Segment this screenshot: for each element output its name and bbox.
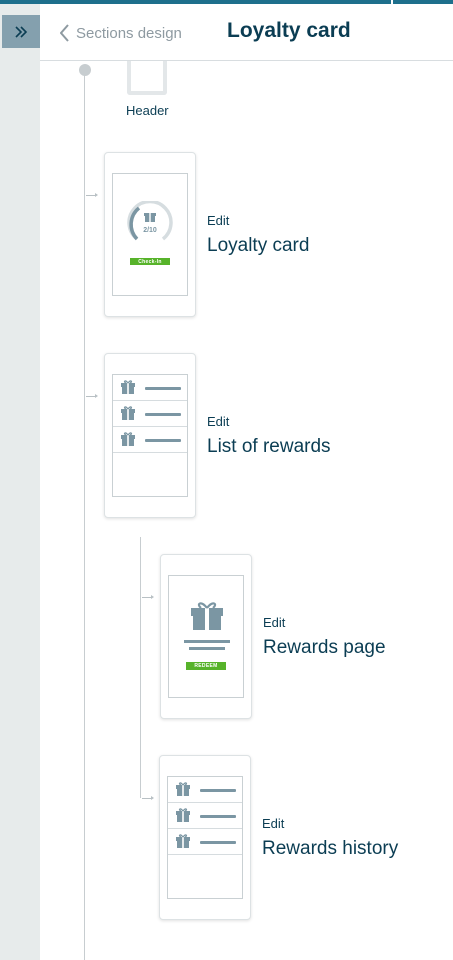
timeline-main-line	[84, 70, 85, 960]
gift-icon	[176, 782, 190, 796]
gift-icon	[191, 602, 223, 630]
header-section-label: Header	[126, 103, 169, 118]
redeem-pill: REDEEM	[186, 662, 226, 670]
edit-link[interactable]: Edit	[262, 816, 284, 831]
list-of-rewards-thumbnail[interactable]	[104, 353, 196, 518]
page-title: Loyalty card	[227, 19, 351, 42]
expand-sidebar-button[interactable]	[2, 15, 40, 48]
text-placeholder-bar	[200, 789, 236, 792]
text-placeholder-bar	[145, 413, 181, 416]
text-placeholder-bar	[145, 387, 181, 390]
gift-icon	[176, 834, 190, 848]
phone-preview	[167, 776, 243, 899]
check-in-pill: Check-In	[130, 258, 170, 265]
text-placeholder-bar	[200, 841, 236, 844]
section-name: Rewards page	[263, 637, 386, 658]
text-placeholder-bar	[145, 439, 181, 442]
back-link[interactable]: Sections design	[60, 22, 182, 44]
timeline-sub-line	[140, 537, 141, 798]
gift-icon	[121, 380, 135, 394]
list-row	[168, 777, 242, 803]
timeline-connector	[86, 193, 98, 197]
rewards-history-thumbnail[interactable]	[159, 755, 251, 920]
back-link-label: Sections design	[76, 24, 182, 42]
page-header: Sections design Loyalty card	[40, 4, 453, 61]
header-section-thumbnail[interactable]	[127, 61, 167, 95]
left-rail	[0, 4, 40, 960]
double-chevron-right-icon	[15, 25, 28, 38]
text-placeholder-bar	[184, 640, 230, 643]
gift-icon	[121, 432, 135, 446]
list-row	[168, 803, 242, 829]
progress-text: 2/10	[143, 227, 157, 234]
text-placeholder-bar	[189, 647, 225, 650]
phone-preview: REDEEM	[168, 575, 244, 698]
edit-link[interactable]: Edit	[207, 414, 229, 429]
section-name: Loyalty card	[207, 235, 310, 256]
edit-link[interactable]: Edit	[207, 213, 229, 228]
list-row	[113, 427, 187, 453]
timeline-start-dot	[79, 64, 91, 76]
text-placeholder-bar	[200, 815, 236, 818]
timeline-connector	[142, 796, 154, 800]
rewards-page-thumbnail[interactable]: REDEEM	[160, 554, 252, 719]
list-row	[113, 375, 187, 401]
timeline-connector	[86, 394, 98, 398]
chevron-left-icon	[60, 24, 69, 42]
section-name: Rewards history	[262, 838, 399, 859]
edit-link[interactable]: Edit	[263, 615, 285, 630]
progress-ring-icon	[127, 201, 173, 241]
gift-icon	[121, 406, 135, 420]
timeline-connector	[142, 595, 154, 599]
phone-preview	[112, 374, 188, 497]
phone-preview: 2/10 Check-In	[112, 173, 188, 296]
list-row	[113, 401, 187, 427]
list-row	[168, 829, 242, 855]
loyalty-card-thumbnail[interactable]: 2/10 Check-In	[104, 152, 196, 317]
gift-icon	[176, 808, 190, 822]
section-name: List of rewards	[207, 436, 331, 457]
